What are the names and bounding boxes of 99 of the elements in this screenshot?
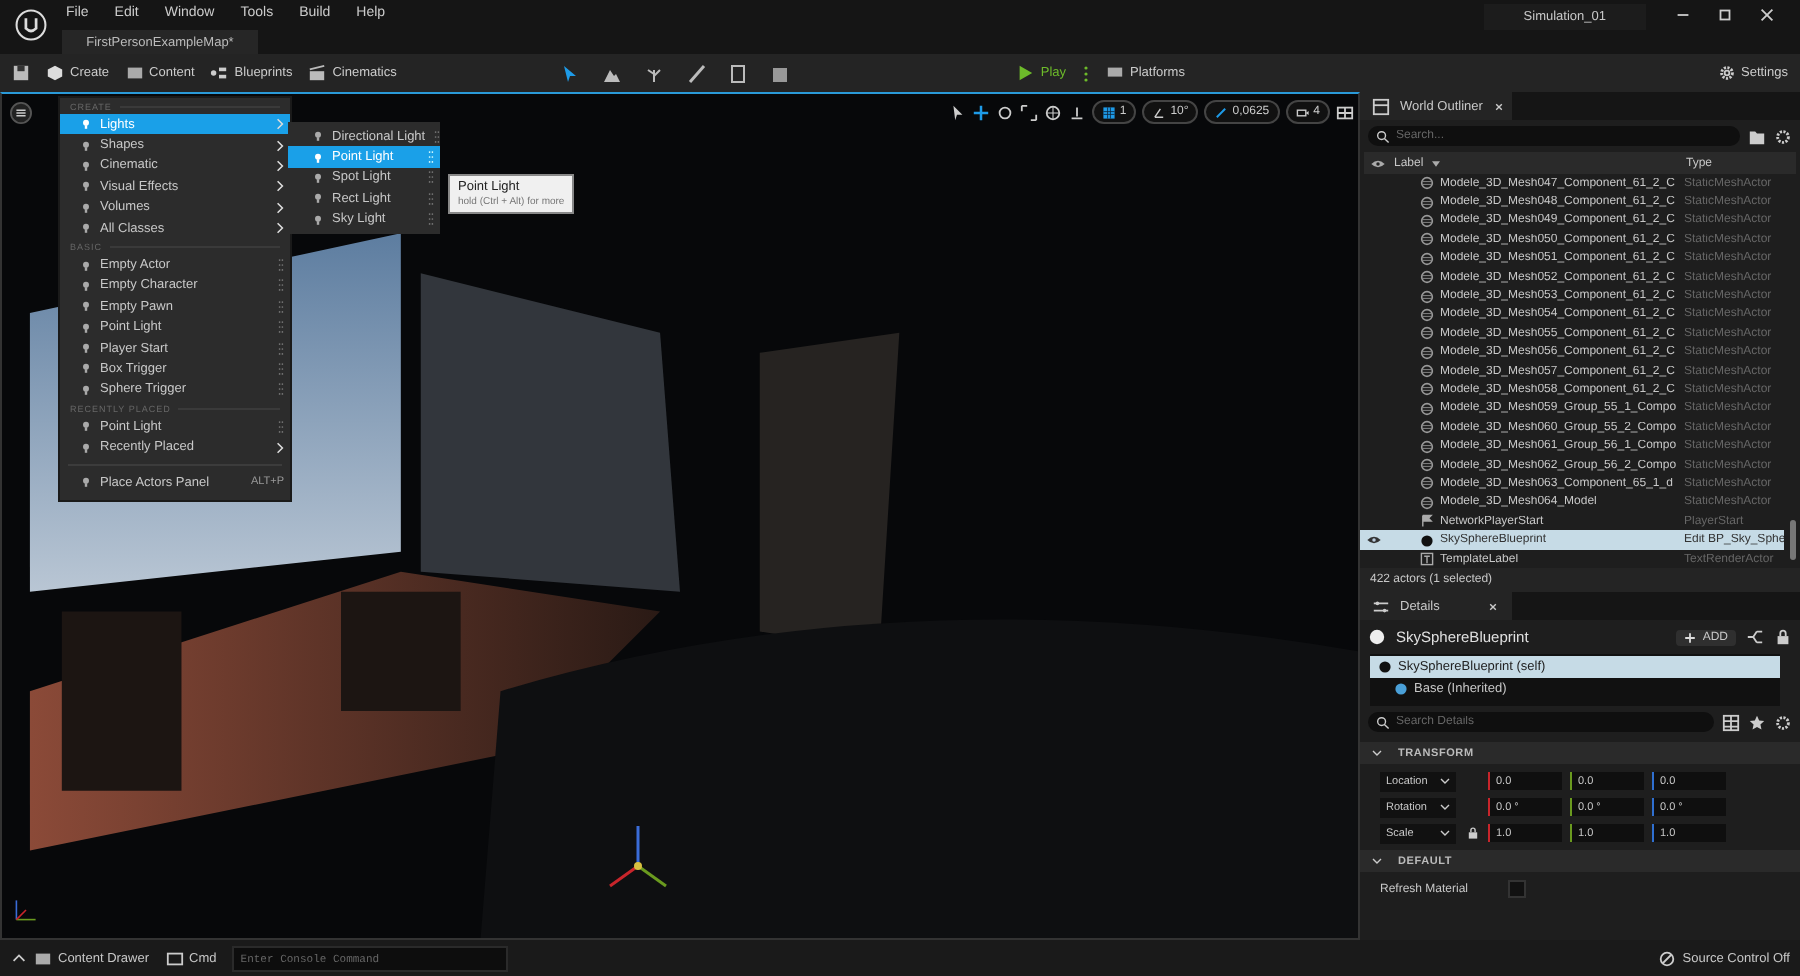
mesh-icon — [1420, 307, 1434, 322]
foliage-icon[interactable] — [644, 63, 665, 83]
grid-icon — [1101, 105, 1116, 119]
bulb-icon — [312, 171, 324, 184]
bulb-icon — [80, 342, 92, 355]
bulb-icon — [80, 180, 92, 193]
select-tool-icon[interactable] — [947, 103, 966, 121]
lock-icon[interactable] — [1465, 826, 1479, 841]
close-icon[interactable] — [1486, 599, 1500, 614]
bulb-icon — [80, 300, 92, 313]
bulb-icon — [80, 222, 92, 235]
scale-tool-icon[interactable] — [1019, 103, 1038, 121]
terminal-icon — [165, 949, 184, 967]
bulb-icon — [312, 213, 324, 226]
layout-icon[interactable] — [1336, 103, 1354, 121]
chevron-down-icon — [1440, 778, 1450, 785]
surface-snap-icon[interactable] — [1067, 103, 1086, 121]
mesh-icon — [1420, 195, 1434, 210]
table-view-icon[interactable] — [1722, 713, 1740, 732]
lock-icon[interactable] — [1774, 628, 1792, 647]
settings-icon — [1717, 64, 1735, 82]
chevron-down-icon — [1440, 804, 1450, 811]
brush-icon[interactable] — [686, 63, 707, 83]
sort-caret-icon[interactable] — [1431, 159, 1440, 167]
angle-icon — [1152, 105, 1167, 119]
visibility-icon[interactable] — [1370, 157, 1386, 169]
mesh-icon — [1420, 176, 1434, 191]
bulb-icon — [80, 118, 92, 131]
mesh-icon — [1420, 232, 1434, 247]
mesh-icon — [1420, 476, 1434, 491]
bulb-icon — [80, 279, 92, 292]
visibility-icon[interactable] — [1366, 534, 1382, 547]
scrollbar[interactable] — [1790, 520, 1796, 561]
bulb-icon — [80, 441, 92, 454]
move-tool-icon[interactable] — [971, 103, 990, 121]
mesh-icon — [1420, 213, 1434, 228]
close-icon[interactable] — [1492, 99, 1507, 113]
bulb-icon — [80, 159, 92, 172]
blueprint-icon[interactable] — [1746, 628, 1764, 647]
mesh-icon — [1420, 364, 1434, 379]
disabled-icon — [1658, 949, 1677, 967]
chevron-up-icon — [10, 949, 28, 967]
mesh-icon — [1420, 439, 1434, 454]
mesh-icon — [1420, 345, 1434, 360]
close-icon[interactable] — [1758, 6, 1776, 24]
bulb-icon — [80, 476, 92, 489]
flag-icon — [1420, 514, 1434, 529]
bulb-icon — [80, 259, 92, 272]
settings-icon[interactable] — [1774, 127, 1792, 145]
checkbox[interactable] — [1508, 880, 1526, 899]
monitor-icon — [1106, 64, 1125, 82]
bulb-icon — [312, 151, 324, 164]
cube-tool-icon[interactable] — [770, 63, 791, 83]
select-mode-icon[interactable] — [560, 63, 581, 83]
star-icon[interactable] — [1748, 713, 1766, 732]
bulb-icon — [80, 201, 92, 214]
globe-icon[interactable] — [1043, 103, 1062, 121]
folder-icon — [34, 949, 52, 967]
bulb-icon — [80, 321, 92, 334]
chevron-right-icon — [276, 441, 284, 454]
axis-indicator-icon — [10, 894, 42, 926]
mesh-icon — [1420, 458, 1434, 473]
bulb-icon — [80, 383, 92, 396]
chevron-down-icon — [1372, 750, 1382, 757]
camera-icon — [1295, 105, 1310, 119]
save-icon[interactable] — [12, 64, 30, 82]
bulb-icon — [80, 420, 92, 433]
mesh-icon — [1420, 251, 1434, 266]
sphere-icon — [1368, 628, 1386, 647]
search-icon — [1376, 129, 1390, 143]
mesh-icon — [1420, 326, 1434, 341]
mesh-icon — [1420, 270, 1434, 285]
bulb-icon — [312, 192, 324, 205]
bulb-icon — [80, 139, 92, 152]
mesh-icon — [1420, 289, 1434, 304]
sliders-icon — [1372, 597, 1390, 616]
maximize-icon[interactable] — [1716, 6, 1734, 24]
mesh-icon — [1420, 382, 1434, 397]
text-icon — [1420, 552, 1434, 566]
bulb-icon — [312, 130, 324, 143]
play-icon — [1016, 64, 1035, 82]
mesh-icon — [1420, 401, 1434, 416]
mesh-icon — [1420, 495, 1434, 510]
list-icon — [1372, 97, 1390, 115]
sphere-icon — [1420, 533, 1434, 548]
search-icon — [1376, 715, 1390, 730]
bulb-icon — [80, 362, 92, 375]
mesh-icon — [1420, 420, 1434, 435]
engine-logo-icon — [14, 8, 48, 42]
plus-icon — [1684, 631, 1697, 644]
menu-icon[interactable] — [10, 102, 32, 124]
node-graph-icon — [210, 64, 229, 82]
chevron-down-icon — [1440, 830, 1450, 837]
more-options-icon[interactable] — [1082, 63, 1091, 83]
clapperboard-icon — [308, 64, 327, 82]
settings-icon[interactable] — [1774, 713, 1792, 732]
chevron-down-icon — [1372, 858, 1382, 865]
rotate-tool-icon[interactable] — [995, 103, 1014, 121]
folder-icon — [125, 64, 144, 82]
